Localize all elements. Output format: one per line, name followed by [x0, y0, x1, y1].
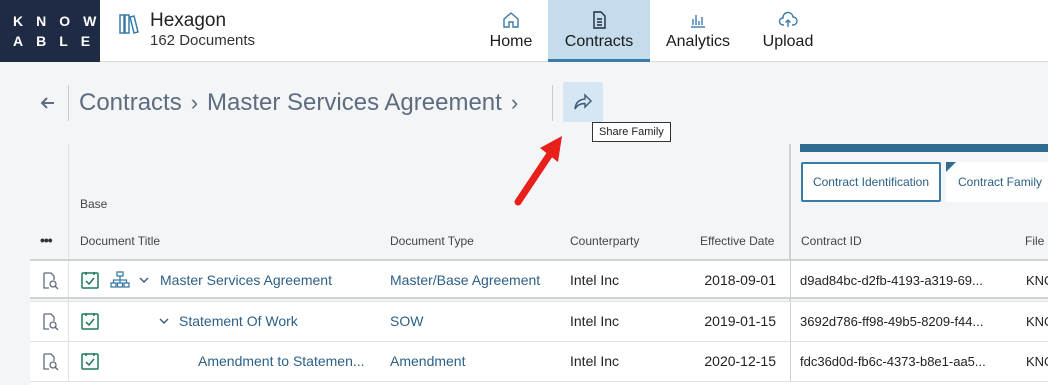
nav-analytics-label: Analytics — [665, 33, 731, 50]
checkbox-checked-icon[interactable] — [80, 270, 100, 290]
nav-analytics[interactable]: Analytics — [652, 0, 744, 62]
file-name: KNO — [1026, 354, 1048, 369]
document-title[interactable]: Master Services Agreement — [160, 272, 380, 288]
checkbox-checked-icon[interactable] — [80, 311, 100, 331]
arrow-left-icon[interactable] — [38, 93, 58, 113]
section-header-bar — [800, 144, 1048, 152]
header-contract-id[interactable]: Contract ID — [801, 234, 862, 248]
header-counterparty[interactable]: Counterparty — [570, 234, 639, 248]
hierarchy-icon — [110, 271, 130, 288]
tab-contract-identification[interactable]: Contract Identification — [801, 162, 941, 202]
brand-logo-line1: KNOW — [13, 13, 110, 29]
tab-contract-family[interactable]: Contract Family — [946, 162, 1048, 202]
table-row[interactable]: Amendment to Statemen... Amendment Intel… — [30, 341, 1048, 381]
chevron-right-icon: › — [190, 90, 199, 115]
document-title[interactable]: Amendment to Statemen... — [198, 353, 368, 369]
document-title[interactable]: Statement Of Work — [179, 313, 379, 329]
counterparty: Intel Inc — [570, 353, 620, 369]
divider — [552, 85, 553, 121]
row-divider — [68, 261, 69, 297]
row-divider — [68, 342, 69, 381]
effective-date: 2018-09-01 — [704, 272, 776, 288]
bar-chart-icon — [691, 15, 705, 28]
table-row[interactable]: Master Services Agreement Master/Base Ag… — [30, 259, 1048, 299]
row-divider — [790, 302, 791, 341]
counterparty: Intel Inc — [570, 313, 620, 329]
brand-logo-line2: ABLE — [13, 33, 104, 49]
document-icon — [593, 11, 606, 29]
row-divider — [790, 342, 791, 381]
document-preview-icon[interactable] — [40, 271, 60, 291]
nav-contracts-label: Contracts — [564, 33, 634, 50]
group-label-base: Base — [80, 197, 108, 211]
tab-contract-family-label: Contract Family — [958, 175, 1043, 189]
nav-contracts[interactable]: Contracts — [548, 0, 650, 62]
nav-upload[interactable]: Upload — [748, 0, 828, 62]
file-name: KNO — [1026, 314, 1048, 329]
document-type[interactable]: Amendment — [390, 353, 560, 369]
annotation-arrow-icon — [514, 136, 562, 206]
row-divider — [68, 302, 69, 341]
effective-date: 2019-01-15 — [704, 313, 776, 329]
books-icon — [119, 14, 139, 34]
chevron-right-icon: › — [510, 90, 519, 115]
contract-id: fdc36d0d-fb6c-4373-b8e1-aa5... — [800, 354, 986, 369]
file-name: KNO — [1026, 273, 1048, 288]
workspace-document-count: 162 Documents — [150, 32, 256, 49]
table-row[interactable]: Statement Of Work SOW Intel Inc 2019-01-… — [30, 301, 1048, 341]
table-row — [30, 381, 1048, 385]
share-family-tooltip: Share Family — [592, 122, 671, 142]
document-type[interactable]: SOW — [390, 313, 560, 329]
chevron-down-icon[interactable] — [158, 315, 170, 327]
effective-date: 2020-12-15 — [704, 353, 776, 369]
document-preview-icon[interactable] — [40, 312, 60, 332]
top-bar: KNOW ABLE Hexagon 162 Documents Home Con… — [0, 0, 1048, 62]
header-effective-date[interactable]: Effective Date — [700, 234, 774, 248]
more-options-icon[interactable]: ••• — [40, 232, 53, 248]
divider — [68, 85, 69, 121]
nav-home[interactable]: Home — [476, 0, 546, 62]
counterparty: Intel Inc — [570, 272, 620, 288]
share-family-button[interactable] — [563, 82, 603, 122]
document-type[interactable]: Master/Base Agreement — [390, 272, 560, 288]
row-divider — [790, 261, 791, 297]
header-document-type[interactable]: Document Type — [390, 234, 474, 248]
share-arrow-icon — [574, 93, 592, 110]
workspace-name: Hexagon — [150, 10, 227, 31]
checkbox-checked-icon[interactable] — [80, 351, 100, 371]
nav-home-label: Home — [489, 33, 533, 50]
breadcrumb-contracts[interactable]: Contracts — [79, 89, 182, 117]
contract-id: d9ad84bc-d2fb-4193-a319-69... — [800, 273, 983, 288]
brand-logo[interactable]: KNOW ABLE — [0, 0, 100, 62]
document-preview-icon[interactable] — [40, 352, 60, 372]
header-file[interactable]: File — [1025, 234, 1044, 248]
workspace-selector[interactable]: Hexagon 162 Documents — [118, 10, 255, 50]
breadcrumb-current: Master Services Agreement — [207, 89, 502, 116]
nav-upload-label: Upload — [762, 33, 814, 50]
chevron-down-icon[interactable] — [138, 274, 150, 286]
breadcrumb: Contracts › Master Services Agreement › — [79, 89, 527, 117]
header-document-title[interactable]: Document Title — [80, 234, 160, 248]
contract-id: 3692d786-ff98-49b5-8209-f44... — [800, 314, 984, 329]
cloud-upload-icon — [778, 11, 798, 27]
home-icon — [503, 12, 519, 28]
